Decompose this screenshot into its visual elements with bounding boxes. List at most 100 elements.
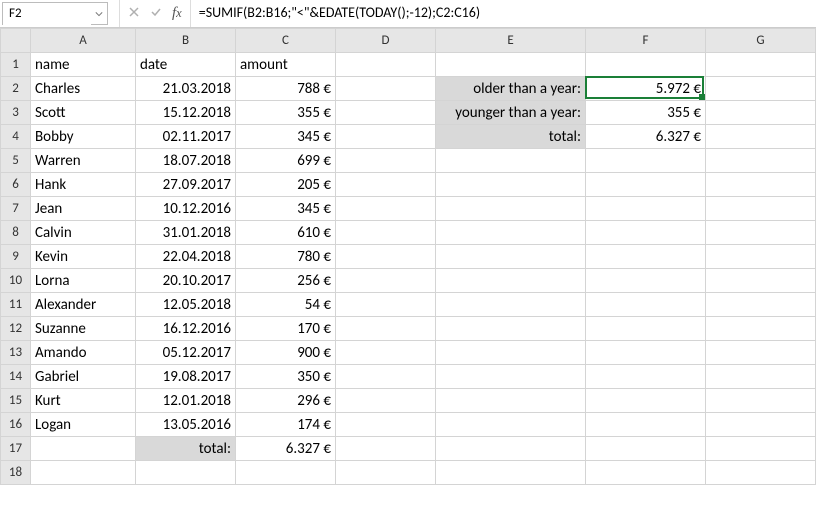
row-header-1[interactable]: 1 — [1, 53, 31, 77]
cell-A18[interactable] — [31, 461, 136, 485]
cell-C2[interactable]: 788 € — [236, 77, 336, 101]
cell-G5[interactable] — [706, 149, 816, 173]
cell-F8[interactable] — [586, 221, 706, 245]
cell-F6[interactable] — [586, 173, 706, 197]
cell-F11[interactable] — [586, 293, 706, 317]
cell-D12[interactable] — [336, 317, 436, 341]
cell-G1[interactable] — [706, 53, 816, 77]
cell-C9[interactable]: 780 € — [236, 245, 336, 269]
cell-C16[interactable]: 174 € — [236, 413, 336, 437]
cell-E2[interactable]: older than a year: — [436, 77, 586, 101]
cell-G17[interactable] — [706, 437, 816, 461]
cell-D1[interactable] — [336, 53, 436, 77]
cell-A12[interactable]: Suzanne — [31, 317, 136, 341]
cell-C1[interactable]: amount — [236, 53, 336, 77]
cell-B12[interactable]: 16.12.2016 — [136, 317, 236, 341]
col-header-A[interactable]: A — [31, 29, 136, 53]
cell-G2[interactable] — [706, 77, 816, 101]
cell-C18[interactable] — [236, 461, 336, 485]
formula-input[interactable]: =SUMIF(B2:B16;"<"&EDATE(TODAY();-12);C2:… — [190, 0, 816, 27]
cell-A14[interactable]: Gabriel — [31, 365, 136, 389]
cell-D3[interactable] — [336, 101, 436, 125]
cell-C5[interactable]: 699 € — [236, 149, 336, 173]
col-header-C[interactable]: C — [236, 29, 336, 53]
cell-B17[interactable]: total: — [136, 437, 236, 461]
enter-icon[interactable] — [150, 5, 162, 22]
cell-C7[interactable]: 345 € — [236, 197, 336, 221]
cell-G11[interactable] — [706, 293, 816, 317]
cell-B8[interactable]: 31.01.2018 — [136, 221, 236, 245]
cell-A15[interactable]: Kurt — [31, 389, 136, 413]
cell-F2[interactable]: 5.972 € — [586, 77, 706, 101]
row-header-5[interactable]: 5 — [1, 149, 31, 173]
spreadsheet-grid[interactable]: A B C D E F G 1namedateamount2Charles21.… — [0, 28, 816, 485]
cell-G15[interactable] — [706, 389, 816, 413]
cell-C11[interactable]: 54 € — [236, 293, 336, 317]
cell-E13[interactable] — [436, 341, 586, 365]
cell-D7[interactable] — [336, 197, 436, 221]
cell-B10[interactable]: 20.10.2017 — [136, 269, 236, 293]
cell-E5[interactable] — [436, 149, 586, 173]
cell-B15[interactable]: 12.01.2018 — [136, 389, 236, 413]
cell-B5[interactable]: 18.07.2018 — [136, 149, 236, 173]
name-box-container[interactable]: F2 — [2, 2, 108, 25]
cell-B11[interactable]: 12.05.2018 — [136, 293, 236, 317]
cell-B9[interactable]: 22.04.2018 — [136, 245, 236, 269]
cell-F13[interactable] — [586, 341, 706, 365]
cell-G8[interactable] — [706, 221, 816, 245]
cell-E14[interactable] — [436, 365, 586, 389]
row-header-4[interactable]: 4 — [1, 125, 31, 149]
cell-E4[interactable]: total: — [436, 125, 586, 149]
cell-E11[interactable] — [436, 293, 586, 317]
cell-G16[interactable] — [706, 413, 816, 437]
row-header-14[interactable]: 14 — [1, 365, 31, 389]
row-header-3[interactable]: 3 — [1, 101, 31, 125]
cell-A1[interactable]: name — [31, 53, 136, 77]
cell-D14[interactable] — [336, 365, 436, 389]
cell-C17[interactable]: 6.327 € — [236, 437, 336, 461]
row-header-2[interactable]: 2 — [1, 77, 31, 101]
cell-D17[interactable] — [336, 437, 436, 461]
cell-G14[interactable] — [706, 365, 816, 389]
cell-F14[interactable] — [586, 365, 706, 389]
name-box[interactable]: F2 — [3, 3, 91, 25]
cell-D2[interactable] — [336, 77, 436, 101]
cell-F10[interactable] — [586, 269, 706, 293]
row-header-9[interactable]: 9 — [1, 245, 31, 269]
row-header-17[interactable]: 17 — [1, 437, 31, 461]
cell-B3[interactable]: 15.12.2018 — [136, 101, 236, 125]
cancel-icon[interactable] — [128, 5, 140, 22]
cell-F7[interactable] — [586, 197, 706, 221]
cell-E10[interactable] — [436, 269, 586, 293]
cell-C13[interactable]: 900 € — [236, 341, 336, 365]
cell-D9[interactable] — [336, 245, 436, 269]
cell-E15[interactable] — [436, 389, 586, 413]
cell-A16[interactable]: Logan — [31, 413, 136, 437]
row-header-11[interactable]: 11 — [1, 293, 31, 317]
cell-C3[interactable]: 355 € — [236, 101, 336, 125]
cell-E6[interactable] — [436, 173, 586, 197]
cell-B1[interactable]: date — [136, 53, 236, 77]
cell-A8[interactable]: Calvin — [31, 221, 136, 245]
cell-F15[interactable] — [586, 389, 706, 413]
cell-F16[interactable] — [586, 413, 706, 437]
cell-B13[interactable]: 05.12.2017 — [136, 341, 236, 365]
cell-E9[interactable] — [436, 245, 586, 269]
cell-E7[interactable] — [436, 197, 586, 221]
cell-F9[interactable] — [586, 245, 706, 269]
cell-B6[interactable]: 27.09.2017 — [136, 173, 236, 197]
col-header-D[interactable]: D — [336, 29, 436, 53]
cell-B2[interactable]: 21.03.2018 — [136, 77, 236, 101]
cell-D13[interactable] — [336, 341, 436, 365]
cell-D5[interactable] — [336, 149, 436, 173]
cell-B16[interactable]: 13.05.2016 — [136, 413, 236, 437]
cell-A5[interactable]: Warren — [31, 149, 136, 173]
cell-A3[interactable]: Scott — [31, 101, 136, 125]
cell-D6[interactable] — [336, 173, 436, 197]
col-header-E[interactable]: E — [436, 29, 586, 53]
row-header-12[interactable]: 12 — [1, 317, 31, 341]
cell-G6[interactable] — [706, 173, 816, 197]
cell-G10[interactable] — [706, 269, 816, 293]
cell-E17[interactable] — [436, 437, 586, 461]
cell-D11[interactable] — [336, 293, 436, 317]
